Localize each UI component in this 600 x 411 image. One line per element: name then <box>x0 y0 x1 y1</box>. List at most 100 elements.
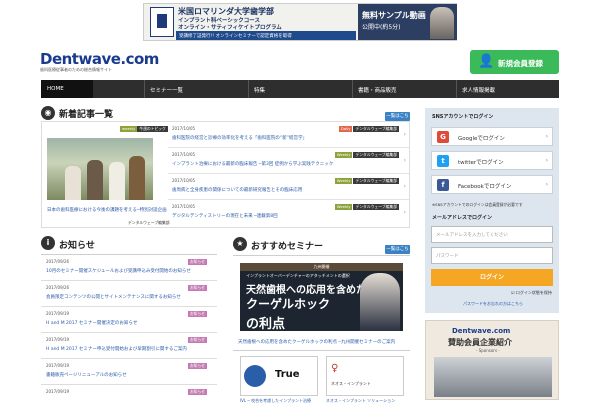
article-date: 2017/10/05 <box>172 178 196 183</box>
twitter-login-button[interactable]: t twitterでログイン › <box>431 151 553 170</box>
weekly-tag: Weekly <box>334 204 353 210</box>
top-ad-banner[interactable]: 米国ロマリンダ大学歯学部 インプラント科ベーシックコース オンライン・サティフィ… <box>143 3 457 41</box>
notice-tag: お知らせ <box>187 311 207 317</box>
sponsor-banner[interactable]: Dentwave.com 賛助会員企業紹介 - Sponsors - <box>425 320 559 400</box>
seminar-caption[interactable]: 天然歯根への応用を含めたクーゲルホックの利点 ─九州開催セミナーのご案内 <box>238 339 395 345</box>
google-login-button[interactable]: G Googleでログイン › <box>431 127 553 146</box>
info-item-title[interactable]: 10月のセミナー開催スケジュールおよび受講申込み受付開始のお知らせ <box>46 268 191 274</box>
facebook-login-button[interactable]: f Facebookでログイン › <box>431 175 553 194</box>
add-user-icon: 👤 <box>478 54 495 69</box>
new-articles-box: weekly 今週のトピック 日本の歯科医療における今後の課題を考える─特別対談企… <box>41 121 410 228</box>
seminar-thumbnail[interactable]: True <box>240 356 318 396</box>
article-row[interactable]: 2017/10/05 Weekly デンタルウェーブ編集部 デジタルデンティストリ… <box>168 200 409 226</box>
info-row[interactable]: 2017/09/19 お知らせ H and M 2017 セミナー申込受付開始お… <box>41 333 217 359</box>
info-item-title[interactable]: 書籍販売ページリニューアルのお知らせ <box>46 372 127 378</box>
info-row[interactable]: 2017/09/26 お知らせ 10月のセミナー開催スケジュールおよび受講申込み… <box>41 255 217 281</box>
info-item-title[interactable]: 会員限定コンテンツの公開とサイトメンテナンスに関するお知らせ <box>46 294 181 300</box>
email-input[interactable]: メールアドレスを入力してください <box>431 226 553 243</box>
daily-tag: Daily <box>338 126 353 132</box>
info-row[interactable]: 2017/09/19 お知らせ H and M 2017 セミナー開催決定のお知… <box>41 307 217 333</box>
register-button[interactable]: 👤 新規会員登録 <box>470 50 559 74</box>
info-icon: i <box>41 236 55 250</box>
info-title: お知らせ <box>59 241 95 251</box>
lecturer-photo <box>360 273 400 331</box>
featured-article-author: デンタルウェーブ編集部 <box>128 220 170 225</box>
chevron-right-icon: › <box>403 183 406 190</box>
seminar-title: おすすめセミナー <box>251 242 324 252</box>
email-login-title: メールアドレスでログイン <box>432 215 493 221</box>
main-nav: HOME セミナー一覧 特集 書籍・商品販売 求人情報掲載 <box>41 80 559 98</box>
sponsor-subtitle: - Sponsors - <box>476 348 500 353</box>
info-row[interactable]: 2017/09/19 お知らせ <box>41 385 217 411</box>
nav-home[interactable]: HOME <box>41 80 93 98</box>
chevron-right-icon: › <box>545 157 548 164</box>
remember-checkbox[interactable]: ☑ ログイン状態を保持 <box>511 290 552 296</box>
notice-tag: お知らせ <box>187 259 207 265</box>
thumb-caption[interactable]: ネオス・インプラント ソリューション <box>326 398 395 404</box>
google-icon: G <box>437 131 449 143</box>
sns-login-title: SNSアカウントでログイン <box>432 114 494 120</box>
sponsor-photo <box>434 357 552 397</box>
thumb-label: True <box>275 369 300 380</box>
thumb-caption[interactable]: IVL ─ 咬合を考慮したインプラント治療 <box>240 398 311 404</box>
info-item-title[interactable]: H and M 2017 セミナー開催決定のお知らせ <box>46 320 137 326</box>
article-title[interactable]: 歯周病と全身疾患の関係についての最新研究報告とその臨床応用 <box>172 187 302 193</box>
info-row[interactable]: 2017/09/19 お知らせ 書籍販売ページリニューアルのお知らせ <box>41 359 217 385</box>
featured-seminar-image[interactable]: 九州開催 インプラントオーバーデンチャーのアタッチメントの選択 天然歯根への応用… <box>240 263 403 332</box>
login-button[interactable]: ログイン <box>431 269 553 286</box>
info-item-title[interactable]: H and M 2017 セミナー申込受付開始および早期割引に関するご案内 <box>46 346 187 352</box>
info-date: 2017/09/19 <box>46 363 70 368</box>
password-input[interactable]: パスワード <box>431 247 553 264</box>
featured-article-image[interactable] <box>47 138 153 200</box>
article-row[interactable]: 2017/10/05 Daily デンタルウェーブ編集部 歯科医院の経営と診療の効… <box>168 122 409 148</box>
article-date: 2017/10/05 <box>172 204 196 209</box>
site-logo[interactable]: Dentwave.com <box>40 50 159 68</box>
notice-tag: お知らせ <box>187 389 207 395</box>
seminar-image-line: 天然歯根への応用を含めた <box>246 285 366 296</box>
info-date: 2017/09/19 <box>46 311 70 316</box>
nav-divider <box>456 80 457 98</box>
chevron-right-icon: › <box>403 209 406 216</box>
seminar-icon: ★ <box>233 237 247 251</box>
featured-article-title[interactable]: 日本の歯科医療における今後の課題を考える─特別対談企画 <box>47 207 167 213</box>
login-sidebar: SNSアカウントでログイン G Googleでログイン › t twitterで… <box>425 108 559 313</box>
forgot-password-link[interactable]: パスワードをお忘れの方はこちら <box>463 301 523 307</box>
seminar-more-button[interactable]: 一覧はこちら <box>385 245 410 261</box>
thumb-label: ネオス・インプラント <box>331 381 371 386</box>
article-row[interactable]: 2017/10/05 Weekly デンタルウェーブ編集部 歯周病と全身疾患の関係… <box>168 174 409 200</box>
nav-shop[interactable]: 書籍・商品販売 <box>358 80 453 98</box>
banner-person-photo <box>430 7 454 39</box>
notice-tag: お知らせ <box>187 363 207 369</box>
topic-tag: 今週のトピック <box>137 126 168 132</box>
sponsor-logo: Dentwave.com <box>452 327 511 335</box>
article-tags: Weekly デンタルウェーブ編集部 <box>334 152 399 158</box>
nav-divider <box>352 80 353 98</box>
deer-mask-figure <box>129 156 145 200</box>
banner-video-label: 無料サンプル動画 <box>362 11 426 20</box>
banner-video-sub: 公開中(約5分) <box>362 24 401 31</box>
seminar-image-line: インプラントオーバーデンチャーのアタッチメントの選択 <box>246 273 350 278</box>
banner-note: 受講修了証発行!! オンラインセミナーで認定資格を取得 <box>176 31 356 40</box>
nav-seminars[interactable]: セミナー一覧 <box>150 80 245 98</box>
article-title[interactable]: インプラント治療における最新の臨床報告 ─第3回 症例から学ぶ実践テクニック <box>172 161 333 167</box>
sns-login-label: twitterでログイン <box>458 160 504 166</box>
author-tag: デンタルウェーブ編集部 <box>353 152 399 158</box>
banner-video-panel: 無料サンプル動画 公開中(約5分) <box>358 4 457 40</box>
seminar-thumbnail[interactable]: ♀ ネオス・インプラント <box>326 356 404 396</box>
article-title[interactable]: 歯科医院の経営と診療の効率化を考える「歯科医院の“新”経営学」 <box>172 135 307 141</box>
nav-features[interactable]: 特集 <box>254 80 349 98</box>
info-row[interactable]: 2017/09/26 お知らせ 会員限定コンテンツの公開とサイトメンテナンスに関… <box>41 281 217 307</box>
chevron-right-icon: › <box>545 181 548 188</box>
rss-icon: ◉ <box>41 106 55 120</box>
article-tags: Daily デンタルウェーブ編集部 <box>338 126 399 132</box>
nav-jobs[interactable]: 求人情報掲載 <box>462 80 557 98</box>
seminar-image-line: クーゲルホック <box>246 297 331 311</box>
weekly-tag: Weekly <box>334 152 353 158</box>
new-articles-more-button[interactable]: 一覧はこちら <box>385 112 410 128</box>
article-row[interactable]: 2017/10/05 Weekly デンタルウェーブ編集部 インプラント治療におけ… <box>168 148 409 174</box>
article-date: 2017/10/05 <box>172 152 196 157</box>
article-tags: Weekly デンタルウェーブ編集部 <box>334 178 399 184</box>
article-title[interactable]: デジタルデンティストリーの現在と未来 ─連載第8回 <box>172 213 278 219</box>
university-crest-icon <box>150 7 174 37</box>
weekly-tag: Weekly <box>334 178 353 184</box>
